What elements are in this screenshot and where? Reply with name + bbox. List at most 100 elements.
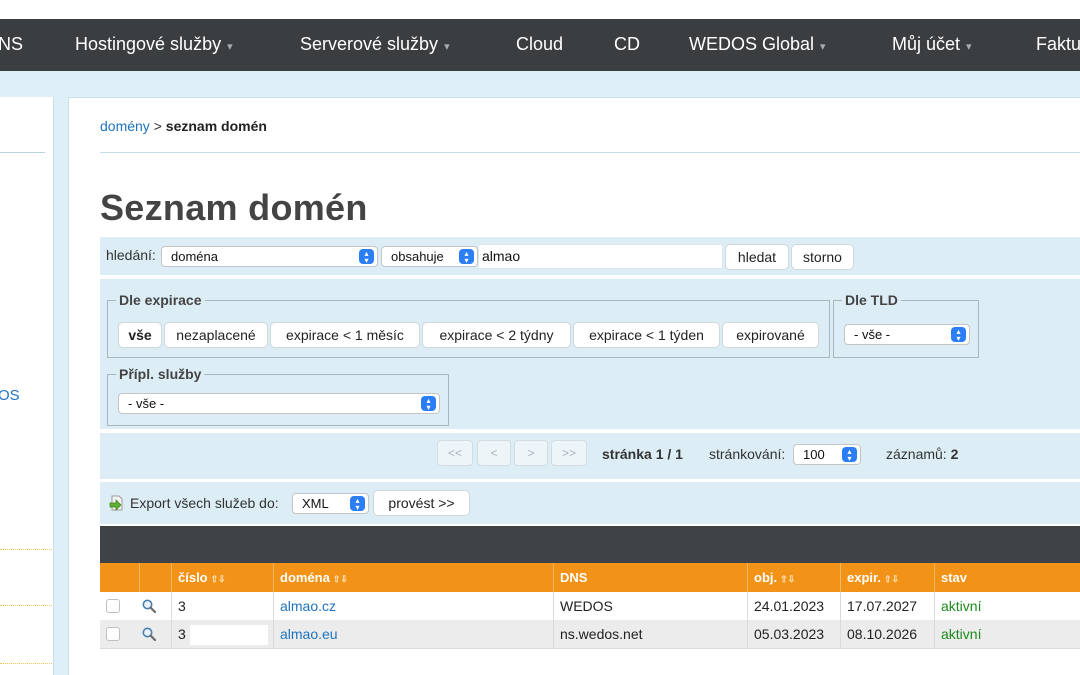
tld-filter-legend: Dle TLD [842,292,901,308]
top-strip [0,0,1080,19]
sidebar-item-wedos[interactable]: OS [0,387,20,404]
select-arrows-icon: ▴ ▾ [459,249,474,265]
sort-arrows-icon[interactable]: ⇧⇩ [211,574,226,584]
cell-status: aktivní [934,620,1080,648]
search-button[interactable]: hledat [725,244,789,270]
nav-item-wedos-global[interactable]: WEDOS Global ▾ [689,19,826,71]
expiry-filter-week[interactable]: expirace < 1 týden [573,322,720,348]
sidebar-divider [0,152,45,153]
expiry-filter-two-weeks[interactable]: expirace < 2 týdny [422,322,571,348]
nav-item-label: Cloud [516,34,564,54]
addons-filter-group: Přípl. služby - vše - ▴ ▾ [107,366,449,426]
column-header-label: expir. [847,570,881,585]
nav-item-hosting[interactable]: Hostingové služby ▾ [75,19,233,71]
expiry-filter-unpaid[interactable]: nezaplacené [164,322,268,348]
tld-filter-group: Dle TLD - vše - ▴ ▾ [833,292,979,358]
nav-item-cloud[interactable]: Cloud [516,19,563,71]
sidebar-divider [0,605,53,606]
breadcrumb-divider [100,152,1080,153]
records-value: 2 [950,446,959,462]
column-header-label: číslo [178,570,208,585]
redaction-mask [189,625,268,646]
export-format-select[interactable]: XML ▴ ▾ [292,493,369,514]
pager-next-button[interactable]: > [514,440,548,466]
main-navigation: NS Hostingové služby ▾ Serverové služby ▾ … [0,19,1080,71]
table-row: 3 almao.cz WEDOS 24.01.2023 17.07.2027 a… [100,592,1080,620]
filter-panel: Dle expirace vše nezaplacené expirace < … [100,279,1080,429]
nav-item-servers[interactable]: Serverové služby ▾ [300,19,450,71]
select-arrows-icon: ▴ ▾ [951,327,966,343]
select-arrows-icon: ▴ ▾ [359,249,374,265]
column-header-label: doména [280,570,330,585]
search-label: hledání: [106,247,156,263]
nav-item-my-account[interactable]: Můj účet ▾ [892,19,972,71]
column-header-label: obj. [754,570,778,585]
cell-status: aktivní [934,592,1080,620]
sort-arrows-icon[interactable]: ⇧⇩ [780,574,795,584]
search-input[interactable]: almao [478,244,723,269]
cell-ordered: 24.01.2023 [747,592,840,620]
cell-expires: 17.07.2027 [840,592,934,620]
column-header-number[interactable]: číslo ⇧⇩ [171,563,273,592]
chevron-down-icon: ▾ [227,41,233,53]
nav-item-label: NS [0,34,24,54]
breadcrumb-link-domains[interactable]: domény [100,118,150,134]
chevron-down-icon: ▾ [444,41,450,53]
select-arrows-icon: ▴ ▾ [350,496,365,512]
nav-item-label: Serverové služby [300,34,439,54]
column-header-domain[interactable]: doména ⇧⇩ [273,563,553,592]
table-bottom-border [100,648,1080,649]
export-run-button[interactable]: provést >> [373,490,470,516]
addons-select[interactable]: - vše - ▴ ▾ [118,393,440,414]
nav-item-dns[interactable]: NS [0,19,23,71]
magnifier-icon[interactable] [141,626,157,642]
pagination-panel: << < > >> stránka 1 / 1 stránkování: 100… [100,433,1080,479]
chevron-down-icon: ▾ [820,41,826,53]
search-panel: hledání: doména ▴ ▾ obsahuje ▴ ▾ almao hleda… [100,237,1080,275]
cell-expires: 08.10.2026 [840,620,934,648]
cell-number-value: 3 [178,626,186,642]
pager-prev-button[interactable]: < [477,440,511,466]
expiry-filter-expired[interactable]: expirované [722,322,819,348]
cell-domain-link[interactable]: almao.cz [273,592,553,620]
column-header-status: stav [934,563,1080,592]
select-value: - vše - [128,396,165,411]
sort-arrows-icon[interactable]: ⇧⇩ [333,574,348,584]
cell-dns: WEDOS [553,592,747,620]
tld-select[interactable]: - vše - ▴ ▾ [844,324,970,345]
sidebar-divider [0,663,53,664]
nav-item-cd[interactable]: CD [614,19,640,71]
expiry-filter-month[interactable]: expirace < 1 měsíc [270,322,420,348]
magnifier-icon[interactable] [141,598,157,614]
column-header-detail [139,563,171,592]
cell-domain-link[interactable]: almao.eu [273,620,553,648]
nav-item-invoices[interactable]: Faktu [1036,19,1080,71]
records-label: záznamů: [886,446,947,462]
row-checkbox[interactable] [106,627,120,641]
row-checkbox[interactable] [106,599,120,613]
per-page-select[interactable]: 100 ▴ ▾ [793,444,861,465]
export-icon [109,495,123,511]
records-count: záznamů: 2 [886,446,958,462]
pager-first-button[interactable]: << [437,440,473,466]
sort-arrows-icon[interactable]: ⇧⇩ [884,574,899,584]
nav-item-label: WEDOS Global [689,34,815,54]
nav-item-label: CD [614,34,640,54]
column-header-ordered[interactable]: obj. ⇧⇩ [747,563,840,592]
export-label: Export všech služeb do: [130,495,279,511]
column-header-select [100,563,139,592]
cell-number: 3 [171,592,273,620]
search-field-select[interactable]: doména ▴ ▾ [161,246,378,267]
per-page-label: stránkování: [709,446,786,462]
expiry-filter-all[interactable]: vše [118,322,162,348]
select-arrows-icon: ▴ ▾ [421,396,436,412]
cell-dns: ns.wedos.net [553,620,747,648]
select-arrows-icon: ▴ ▾ [842,447,857,463]
addons-filter-legend: Přípl. služby [116,366,205,382]
breadcrumb: domény > seznam domén [100,118,267,134]
pager-last-button[interactable]: >> [551,440,587,466]
cancel-button[interactable]: storno [791,244,854,270]
search-operator-select[interactable]: obsahuje ▴ ▾ [381,246,478,267]
content-area: domény > seznam domén Seznam domén hledá… [68,97,1080,675]
column-header-expires[interactable]: expir. ⇧⇩ [840,563,934,592]
